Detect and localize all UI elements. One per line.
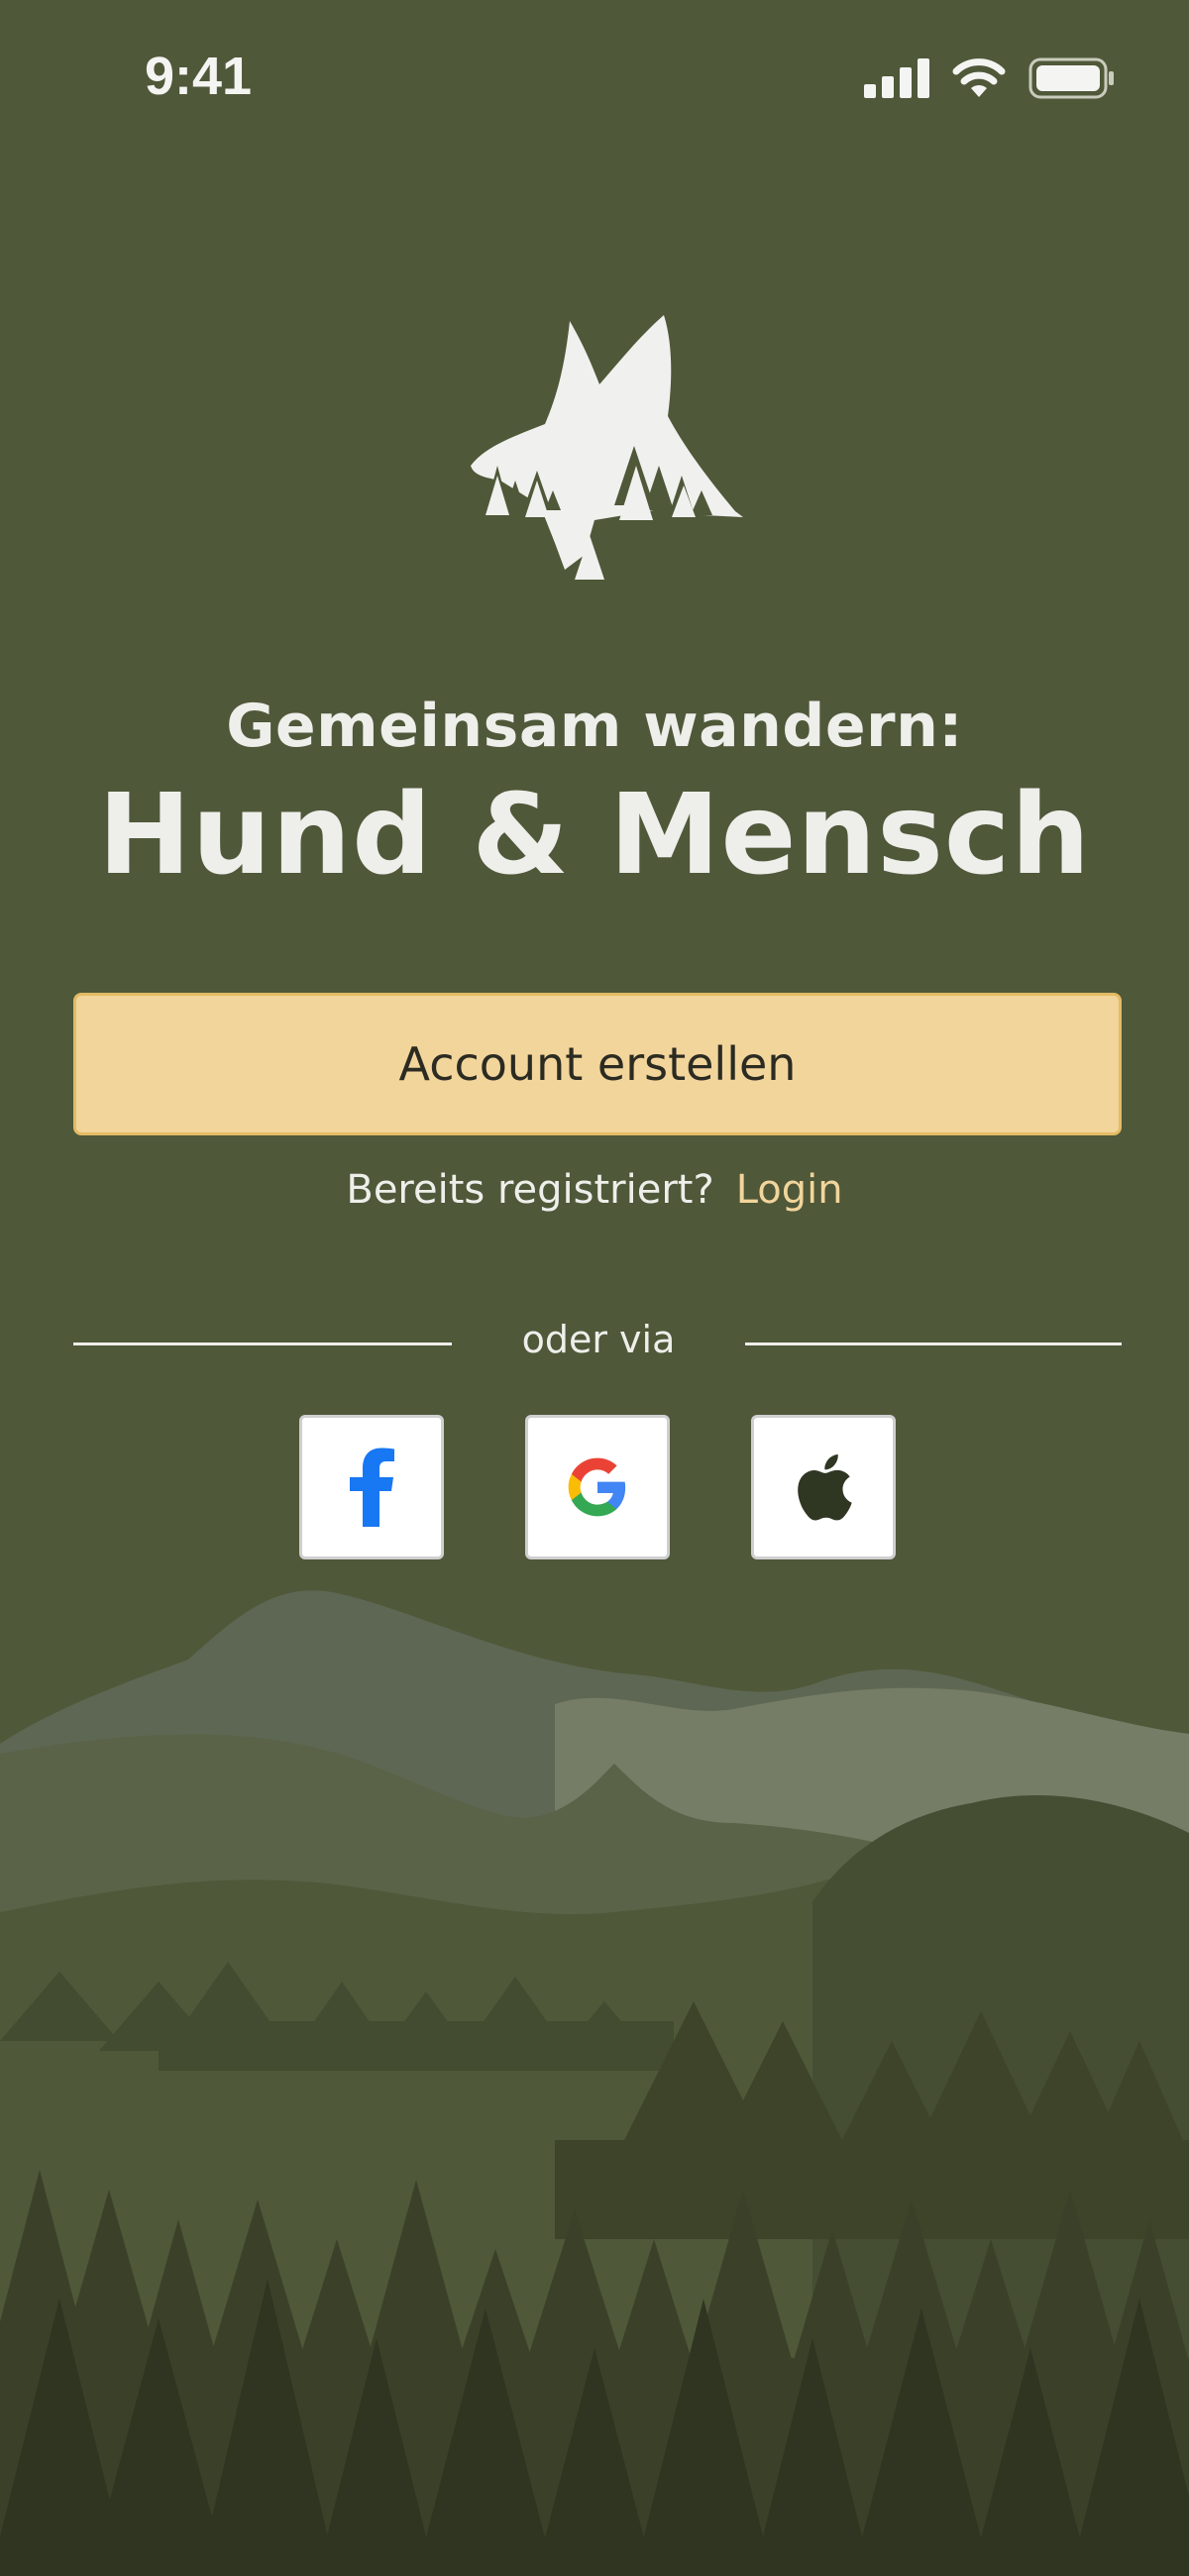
- login-prompt: Bereits registriert?: [346, 1167, 714, 1213]
- apple-icon: [798, 1454, 852, 1521]
- apple-login-button[interactable]: [751, 1415, 896, 1559]
- headline-subtitle: Gemeinsam wandern:: [226, 692, 963, 761]
- dog-head-forest-icon: [471, 315, 743, 580]
- status-bar: 9:41: [0, 0, 1189, 149]
- google-login-button[interactable]: [525, 1415, 670, 1559]
- battery-icon: [1028, 57, 1114, 99]
- welcome-screen: 9:41 Gemeinsam wandern: Hund & Mensch Ac…: [0, 0, 1189, 2576]
- create-account-button[interactable]: Account erstellen: [73, 993, 1122, 1135]
- status-icons: [864, 55, 1116, 101]
- facebook-login-button[interactable]: [299, 1415, 444, 1559]
- login-link[interactable]: Login: [736, 1167, 843, 1213]
- headline-title: Hund & Mensch: [98, 771, 1091, 900]
- login-row: Bereits registriert? Login: [0, 1167, 1189, 1213]
- divider-label: oder via: [521, 1318, 676, 1361]
- divider-right: [745, 1342, 1122, 1345]
- facebook-icon: [350, 1448, 394, 1527]
- cellular-signal-icon: [864, 58, 929, 98]
- wifi-icon: [952, 58, 1006, 97]
- mountain-forest-illustration: [0, 1590, 1189, 2576]
- google-icon: [568, 1457, 626, 1517]
- divider-left: [73, 1342, 452, 1345]
- status-time: 9:41: [145, 47, 253, 106]
